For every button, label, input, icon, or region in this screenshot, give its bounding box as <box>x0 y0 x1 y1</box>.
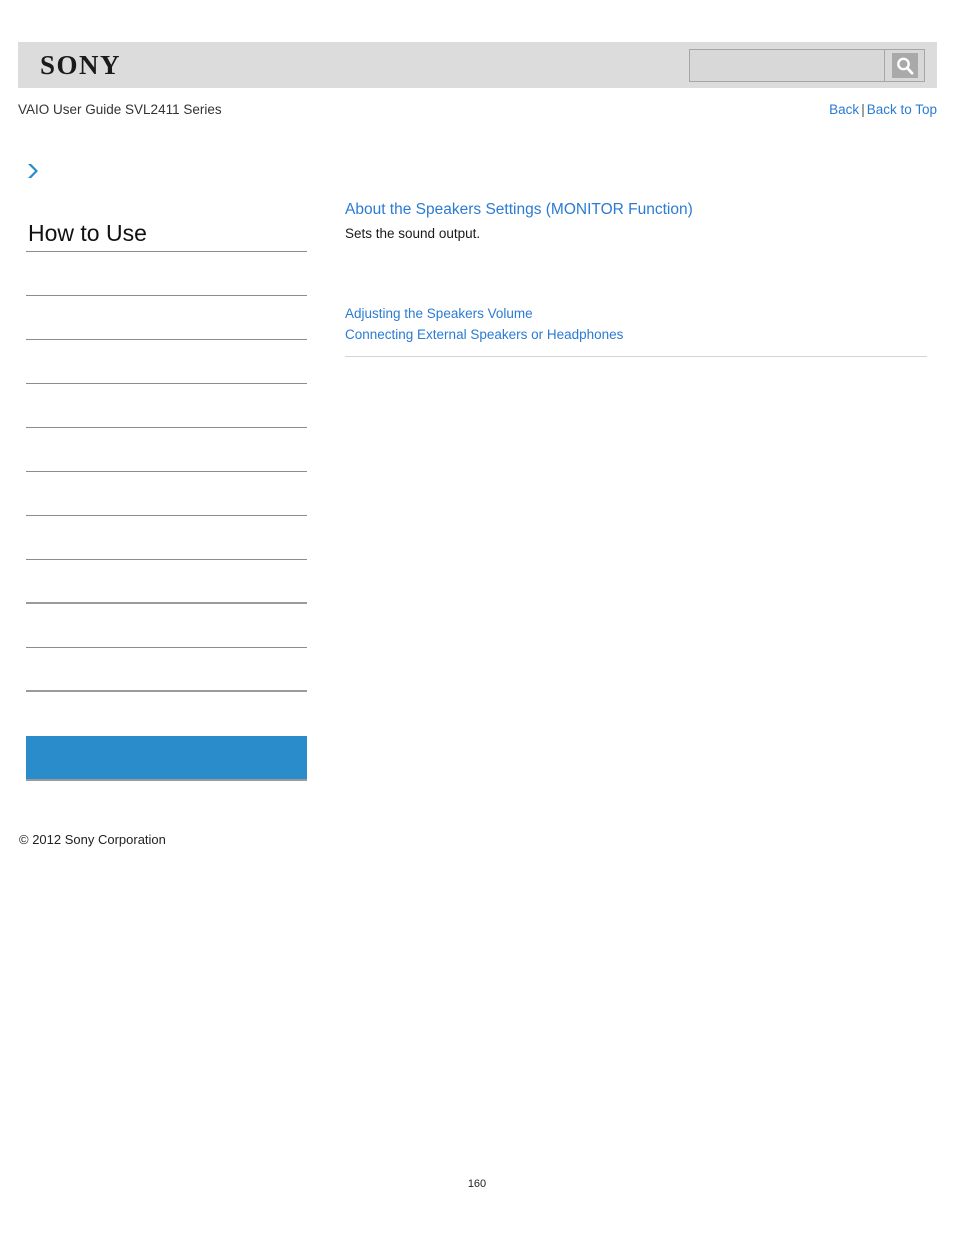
search-icon <box>891 53 918 78</box>
search-button[interactable] <box>885 49 925 82</box>
sidebar-item-2[interactable] <box>26 340 307 384</box>
sidebar-item-1[interactable] <box>26 296 307 340</box>
content-divider <box>345 356 927 357</box>
sidebar-heading: How to Use <box>26 218 307 252</box>
sidebar-item-6[interactable] <box>26 516 307 560</box>
sidebar-item-7[interactable] <box>26 560 307 604</box>
sidebar-item-selected[interactable] <box>26 736 307 781</box>
related-links-list: Adjusting the Speakers Volume Connecting… <box>345 303 927 345</box>
sidebar-item-0[interactable] <box>26 252 307 296</box>
main-content: About the Speakers Settings (MONITOR Fun… <box>345 200 927 357</box>
sidebar-item-5[interactable] <box>26 472 307 516</box>
sidebar-item-8[interactable] <box>26 604 307 648</box>
nav-separator: | <box>861 102 865 117</box>
copyright-text: © 2012 Sony Corporation <box>19 832 166 847</box>
page-title[interactable]: About the Speakers Settings (MONITOR Fun… <box>345 200 927 220</box>
sidebar-item-4[interactable] <box>26 428 307 472</box>
site-header: SONY <box>18 42 937 88</box>
sidebar: How to Use <box>26 218 307 781</box>
sidebar-item-10[interactable] <box>26 692 307 736</box>
breadcrumb: VAIO User Guide SVL2411 Series <box>18 102 222 117</box>
back-to-top-link[interactable]: Back to Top <box>867 102 937 117</box>
page-root: SONY VAIO User Guide SVL2411 Series Back… <box>0 0 954 1235</box>
sony-logo: SONY <box>40 50 122 80</box>
sidebar-item-9[interactable] <box>26 648 307 692</box>
search-input[interactable] <box>689 49 885 82</box>
back-link[interactable]: Back <box>829 102 859 117</box>
page-number: 160 <box>467 1178 487 1190</box>
related-link-0[interactable]: Adjusting the Speakers Volume <box>345 303 927 324</box>
related-link-1[interactable]: Connecting External Speakers or Headphon… <box>345 324 927 345</box>
page-description: Sets the sound output. <box>345 226 481 241</box>
sidebar-item-3[interactable] <box>26 384 307 428</box>
chevron-right-icon[interactable] <box>26 163 40 179</box>
header-nav: Back | Back to Top <box>829 101 937 119</box>
search-area <box>689 49 925 82</box>
